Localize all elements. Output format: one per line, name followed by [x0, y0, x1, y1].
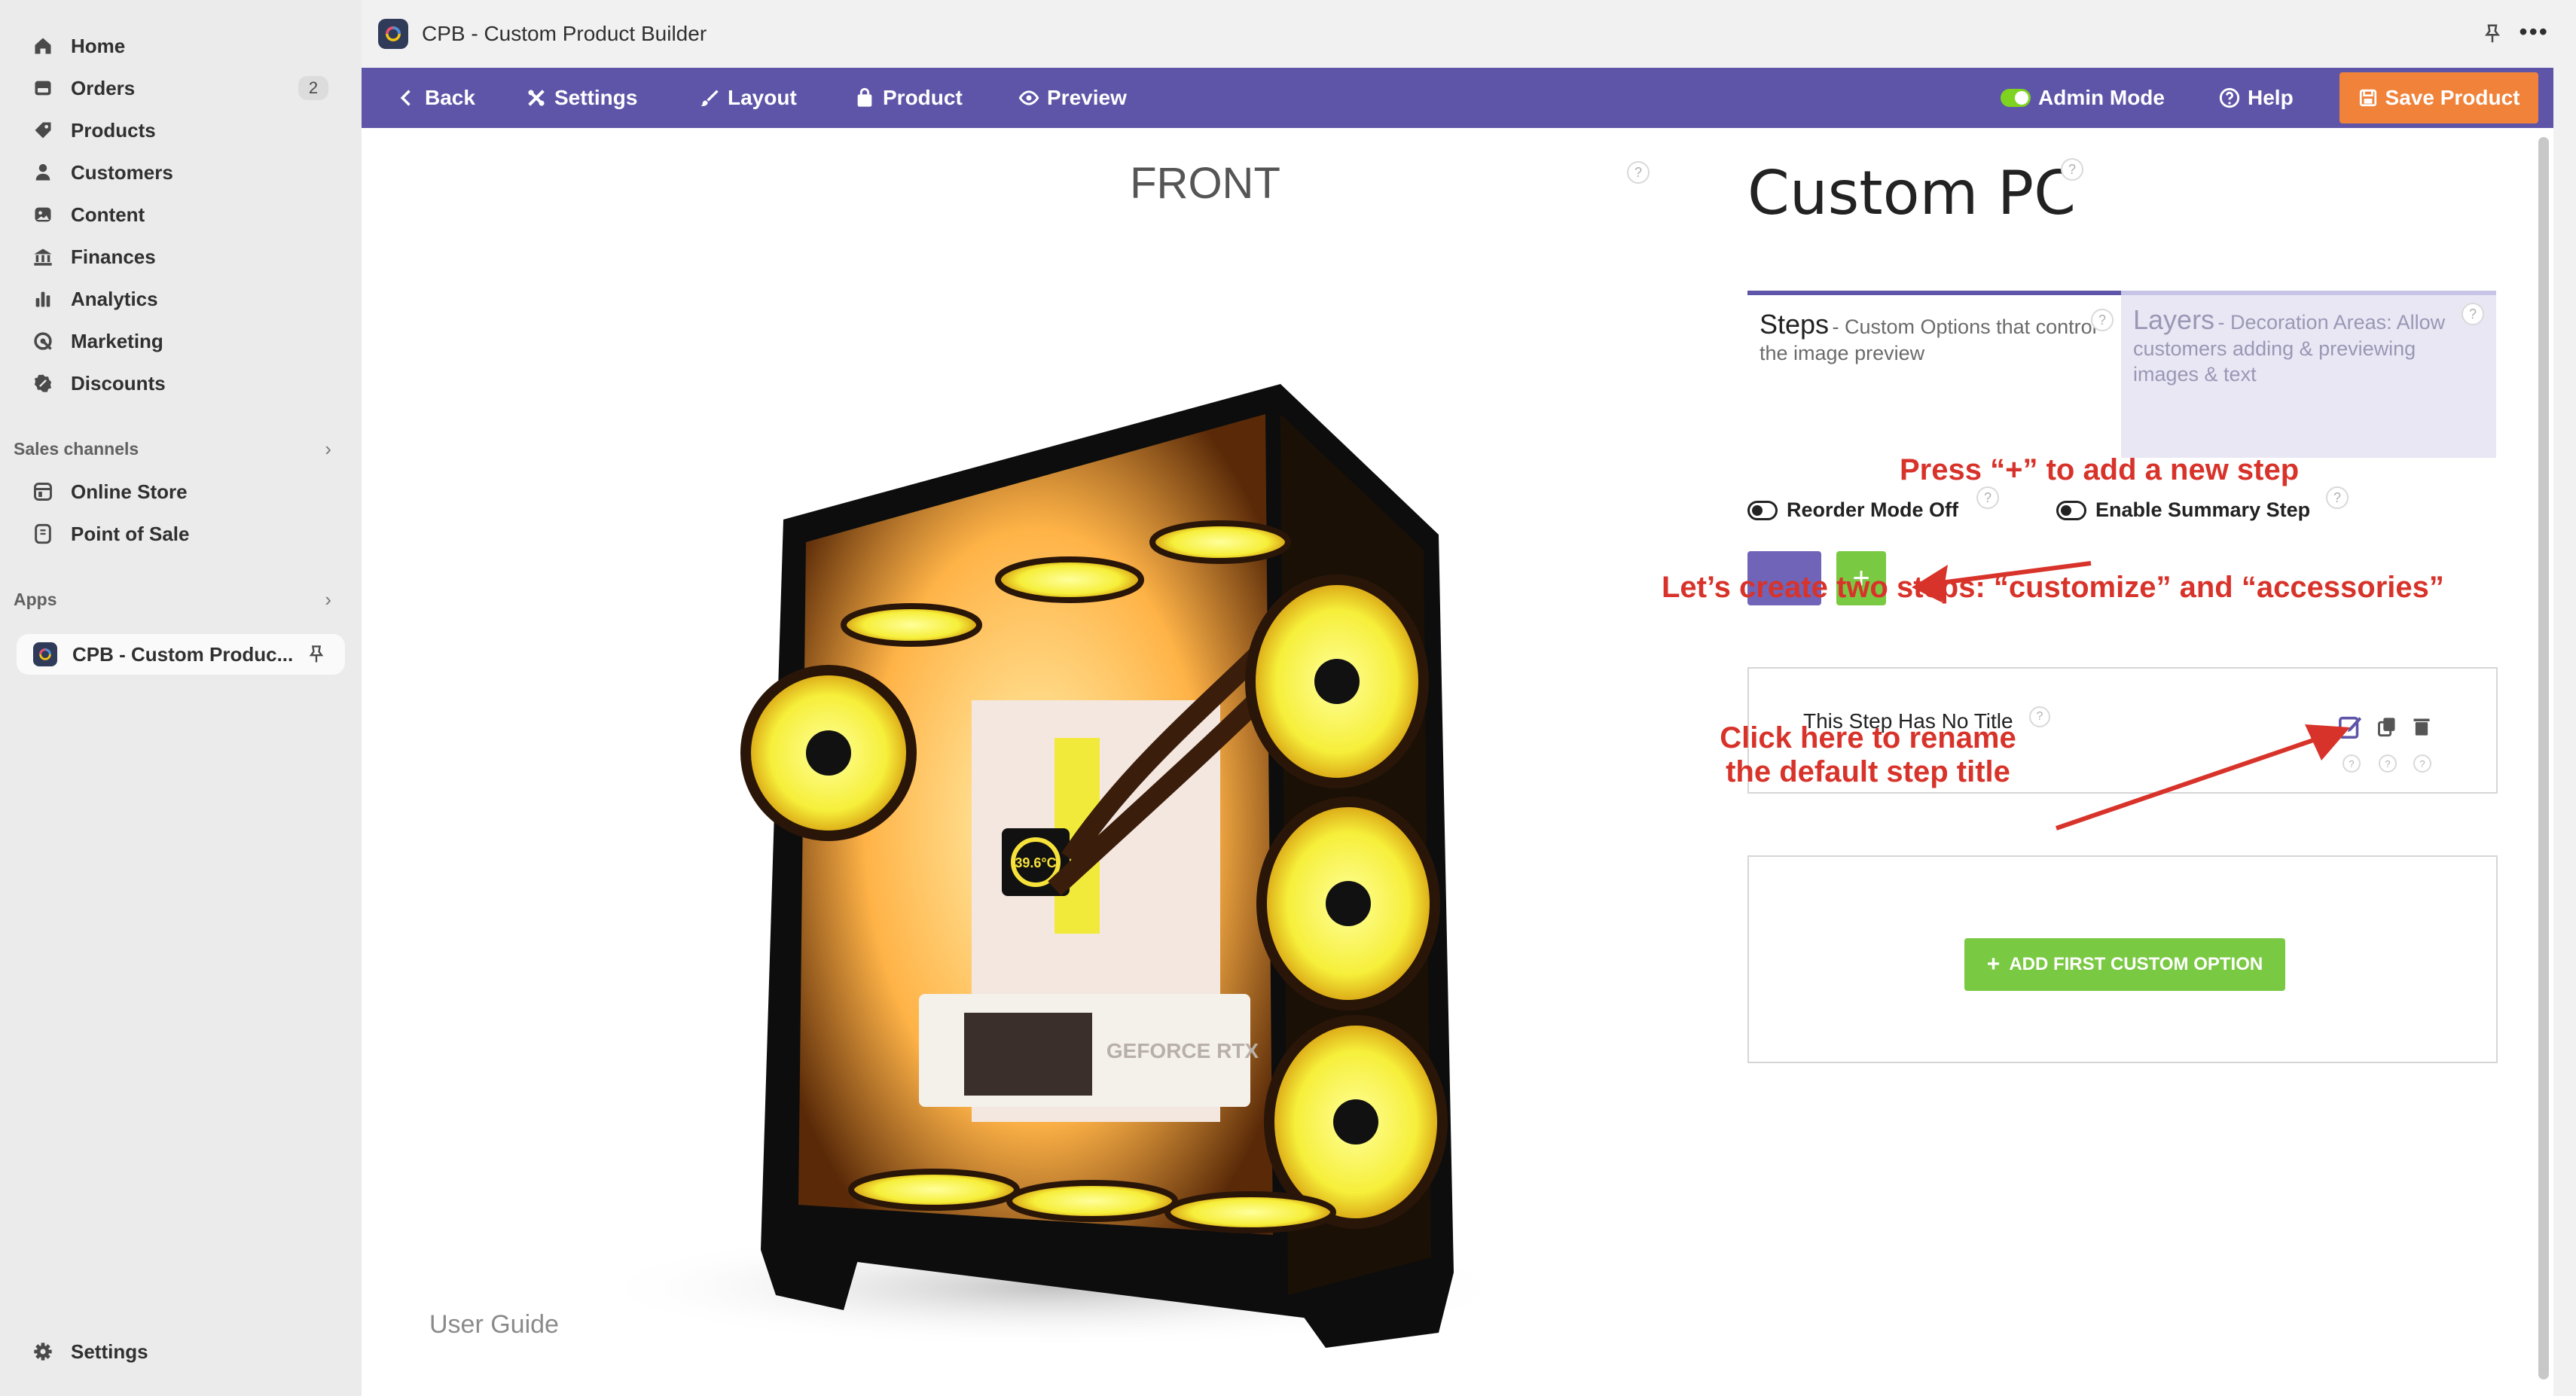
builder-tabs: Steps - Custom Options that control the … [1747, 291, 2496, 458]
sidebar-item-orders[interactable]: Orders 2 [14, 69, 345, 107]
sidebar-item-label: Finances [71, 245, 156, 268]
vertical-scrollbar[interactable] [2538, 137, 2549, 1379]
apps-heading[interactable]: Apps › [14, 584, 345, 614]
pos-icon [32, 523, 54, 545]
tools-icon [528, 90, 545, 106]
app-title-bar: CPB - Custom Product Builder ••• [362, 0, 2576, 68]
sidebar-item-point-of-sale[interactable]: Point of Sale [14, 515, 345, 553]
toggle-switch [2001, 89, 2031, 107]
sidebar-item-label: Marketing [71, 329, 163, 352]
sidebar-item-label: Settings [71, 1340, 148, 1363]
chevron-right-icon: › [325, 437, 331, 460]
chevron-right-icon: › [325, 587, 331, 611]
sidebar-item-settings[interactable]: Settings [14, 1333, 345, 1370]
sidebar-item-label: Home [71, 34, 126, 57]
discount-icon [32, 372, 54, 395]
sidebar-item-content[interactable]: Content [14, 196, 345, 233]
app-main: Back Settings Layout Product Preview Adm… [362, 68, 2553, 1396]
bar-chart-icon [32, 288, 54, 310]
sidebar-item-discounts[interactable]: Discounts [14, 364, 345, 402]
brush-icon [700, 90, 719, 106]
admin-mode-toggle[interactable]: Admin Mode [2001, 68, 2165, 128]
sidebar-item-products[interactable]: Products [14, 111, 345, 149]
store-icon [32, 480, 54, 503]
help-tooltip-icon[interactable]: ? [2462, 303, 2484, 325]
settings-button[interactable]: Settings [526, 68, 637, 128]
save-icon [2359, 89, 2376, 107]
sidebar-item-label: Orders [71, 76, 136, 99]
eye-icon [1018, 90, 1039, 105]
sidebar-item-label: Point of Sale [71, 522, 190, 545]
add-first-custom-option-button[interactable]: + ADD FIRST CUSTOM OPTION [1964, 938, 2285, 991]
tag-icon [32, 119, 54, 142]
help-tooltip-icon[interactable]: ? [1627, 161, 1650, 184]
more-actions-icon[interactable]: ••• [2519, 18, 2549, 46]
save-product-button[interactable]: Save Product [2339, 72, 2538, 123]
help-button[interactable]: Help [2219, 68, 2294, 128]
layout-button[interactable]: Layout [699, 68, 797, 128]
tab-layers[interactable]: Layers - Decoration Areas: Allow custome… [2121, 291, 2496, 458]
chevron-left-icon [400, 90, 411, 106]
sidebar-item-label: Customers [71, 160, 173, 184]
product-button[interactable]: Product [854, 68, 963, 128]
help-tooltip-icon[interactable]: ? [2379, 754, 2397, 773]
user-guide-link[interactable]: User Guide [429, 1310, 559, 1340]
sales-channels-heading[interactable]: Sales channels › [14, 434, 345, 464]
pin-icon[interactable] [306, 644, 327, 665]
preview-button[interactable]: Preview [1018, 68, 1127, 128]
plus-icon: + [1986, 952, 2001, 977]
help-tooltip-icon[interactable]: ? [2326, 486, 2349, 509]
toggle-switch [1747, 500, 1778, 520]
tab-steps[interactable]: Steps - Custom Options that control the … [1747, 291, 2121, 458]
orders-icon [32, 77, 54, 99]
question-circle-icon [2219, 87, 2240, 108]
person-icon [32, 161, 54, 184]
view-label: FRONT [1130, 159, 1280, 208]
sidebar-item-finances[interactable]: Finances [14, 238, 345, 276]
target-icon [32, 330, 54, 352]
delete-icon[interactable] [2409, 714, 2434, 739]
help-tooltip-icon[interactable]: ? [2029, 706, 2050, 727]
sidebar-item-label: Analytics [71, 287, 158, 310]
orders-count-badge: 2 [298, 76, 328, 100]
sidebar-item-label: Online Store [71, 480, 188, 503]
bag-icon [857, 87, 872, 107]
sidebar-item-customers[interactable]: Customers [14, 154, 345, 191]
pc-case-preview-image: 39.6°C GEFORCE RTX [588, 384, 1521, 1348]
sidebar-item-home[interactable]: Home [14, 27, 345, 65]
annotation-create-two-steps: Let’s create two steps: “customize” and … [1662, 571, 2444, 604]
custom-options-card: + ADD FIRST CUSTOM OPTION [1747, 855, 2498, 1063]
app-title: CPB - Custom Product Builder [422, 22, 707, 45]
annotation-arrow [2056, 724, 2350, 831]
product-title: Custom PC [1747, 158, 2077, 228]
builder-toolbar: Back Settings Layout Product Preview Adm… [362, 68, 2553, 128]
sidebar-item-cpb-app[interactable]: CPB - Custom Produc... [17, 634, 345, 675]
sidebar-item-marketing[interactable]: Marketing [14, 322, 345, 360]
sidebar-item-analytics[interactable]: Analytics [14, 280, 345, 318]
gpu-brand-text: GEFORCE RTX [1106, 1039, 1259, 1062]
help-tooltip-icon[interactable]: ? [2091, 309, 2114, 331]
help-tooltip-icon[interactable]: ? [2061, 158, 2083, 181]
sidebar-item-label: Content [71, 203, 145, 226]
sidebar-item-label: CPB - Custom Produc... [72, 642, 294, 666]
admin-sidebar: Home Orders 2 Products Customers Content… [0, 0, 362, 1396]
bank-icon [32, 245, 54, 268]
annotation-rename: Click here to rename the default step ti… [1720, 721, 2016, 788]
content-icon [32, 203, 54, 226]
cpb-app-logo [33, 642, 57, 666]
sidebar-item-label: Products [71, 118, 156, 142]
sidebar-item-online-store[interactable]: Online Store [14, 473, 345, 511]
pump-temperature-text: 39.6°C [1015, 855, 1056, 870]
sidebar-item-label: Discounts [71, 371, 166, 395]
gear-icon [32, 1340, 54, 1363]
home-icon [32, 35, 54, 57]
back-button[interactable]: Back [396, 68, 475, 128]
cpb-app-logo [378, 19, 408, 49]
help-tooltip-icon[interactable]: ? [2413, 754, 2431, 773]
pin-icon[interactable] [2481, 23, 2504, 45]
